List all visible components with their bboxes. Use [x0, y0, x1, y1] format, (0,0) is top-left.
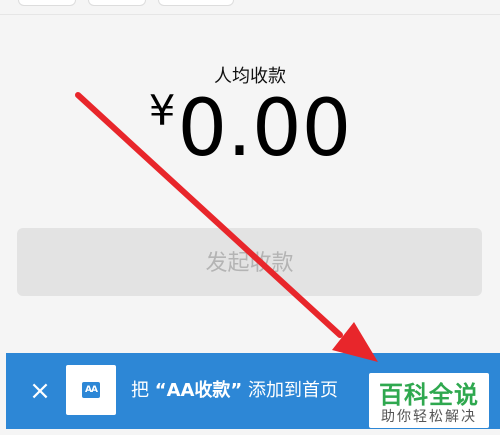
watermark-logo: 百科全说 助你轻松解决	[369, 373, 489, 428]
banner-text-suffix: 添加到首页	[242, 380, 338, 401]
banner-text-prefix: 把	[131, 380, 155, 401]
watermark-subtitle: 助你轻松解决	[381, 409, 477, 425]
option-chip[interactable]	[88, 0, 146, 6]
top-chip-strip	[0, 0, 500, 15]
option-chip[interactable]	[158, 0, 234, 6]
watermark-title: 百科全说	[379, 381, 479, 409]
app-icon: AA	[66, 365, 116, 415]
aa-app-logo-icon: AA	[82, 382, 100, 398]
amount-value: 0.00	[177, 84, 352, 174]
initiate-collection-button[interactable]: 发起收款	[17, 228, 482, 296]
close-icon[interactable]: ×	[22, 373, 58, 409]
per-person-amount: ¥0.00	[0, 84, 500, 174]
option-chip[interactable]	[18, 0, 76, 6]
aa-collection-page: 人均收款 ¥0.00 发起收款 × AA 把 “AA收款” 添加到首页 百科全说…	[0, 0, 500, 435]
banner-message: 把 “AA收款” 添加到首页	[131, 377, 338, 405]
currency-symbol: ¥	[148, 86, 176, 135]
banner-app-name: “AA收款”	[154, 380, 243, 401]
